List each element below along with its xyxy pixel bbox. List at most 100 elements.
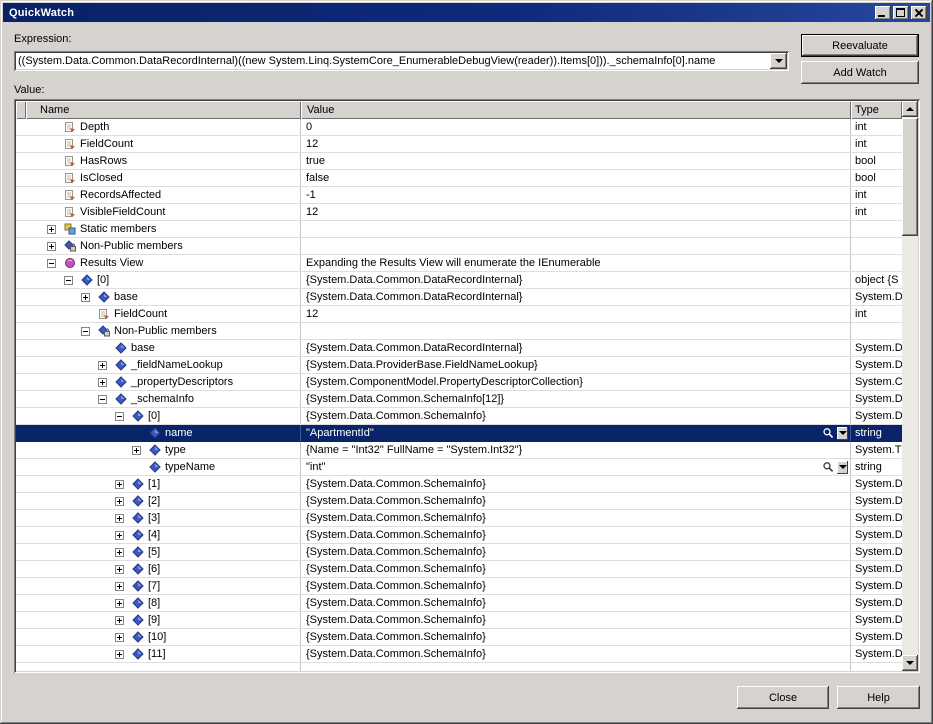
value-cell[interactable]: {System.Data.Common.SchemaInfo} [301,476,851,492]
tree-row[interactable]: [0] {System.Data.Common.DataRecordInterna… [16,272,902,289]
collapse-toggle[interactable] [81,326,90,336]
value-cell[interactable]: {System.Data.Common.SchemaInfo} [301,578,851,594]
expand-toggle[interactable] [81,292,90,302]
value-cell[interactable]: {System.Data.Common.DataRecordInternal} [301,340,851,356]
tree-row[interactable]: name "ApartmentId" string [16,425,902,442]
expand-toggle[interactable] [98,377,107,387]
tree-row[interactable]: VisibleFieldCount 12 int [16,204,902,221]
value-cell[interactable]: {System.Data.Common.SchemaInfo} [301,544,851,560]
value-cell[interactable] [301,238,851,254]
reevaluate-button[interactable]: Reevaluate [801,34,919,57]
value-cell[interactable]: true [301,153,851,169]
value-cell[interactable]: 12 [301,306,851,322]
tree-row[interactable]: [9] {System.Data.Common.SchemaInfo} System… [16,612,902,629]
vertical-scrollbar[interactable] [902,101,918,671]
tree-row[interactable]: [7] {System.Data.Common.SchemaInfo} System… [16,578,902,595]
tree-row[interactable]: _schemaInfo {System.Data.Common.SchemaInf… [16,391,902,408]
tree-row[interactable]: [10] {System.Data.Common.SchemaInfo} Syste… [16,629,902,646]
tree-row[interactable]: type {Name = "Int32" FullName = "System.I… [16,442,902,459]
value-cell[interactable]: {System.Data.Common.SchemaInfo} [301,510,851,526]
value-cell[interactable]: {System.Data.Common.DataRecordInternal} [301,289,851,305]
value-cell[interactable]: Expanding the Results View will enumerat… [301,255,851,271]
tree-row[interactable]: Results View Expanding the Results View w… [16,255,902,272]
expand-toggle[interactable] [98,360,107,370]
collapse-toggle[interactable] [47,258,56,268]
value-cell[interactable]: {System.Data.ProviderBase.FieldNameLooku… [301,357,851,373]
help-button[interactable]: Help [837,686,920,709]
value-cell[interactable]: {System.Data.Common.DataRecordInternal} [301,272,851,288]
tree-row[interactable]: [2] {System.Data.Common.SchemaInfo} System… [16,493,902,510]
value-cell[interactable]: 12 [301,204,851,220]
value-cell[interactable]: {System.ComponentModel.PropertyDescripto… [301,374,851,390]
expand-toggle[interactable] [115,547,124,557]
value-cell[interactable]: false [301,170,851,186]
expand-toggle[interactable] [47,241,56,251]
magnifier-dropdown-button[interactable] [837,460,848,474]
tree-row[interactable]: base {System.Data.Common.DataRecordIntern… [16,289,902,306]
value-cell[interactable]: {System.Data.Common.SchemaInfo} [301,629,851,645]
close-button[interactable] [911,5,927,20]
value-cell[interactable] [301,221,851,237]
value-cell[interactable]: {System.Data.Common.SchemaInfo} [301,493,851,509]
collapse-toggle[interactable] [98,394,107,404]
tree-row[interactable]: Depth 0 int [16,119,902,136]
close-dialog-button[interactable]: Close [737,686,829,709]
tree-row[interactable]: [6] {System.Data.Common.SchemaInfo} System… [16,561,902,578]
expression-text[interactable]: ((System.Data.Common.DataRecordInternal)… [18,55,767,67]
tree-row[interactable]: [0] {System.Data.Common.SchemaInfo} System… [16,408,902,425]
value-cell[interactable]: "int" [301,459,851,475]
tree-row[interactable]: FieldCount 12 int [16,136,902,153]
expand-toggle[interactable] [115,513,124,523]
tree-row[interactable]: [8] {System.Data.Common.SchemaInfo} System… [16,595,902,612]
expression-dropdown-button[interactable] [770,53,787,69]
expand-toggle[interactable] [115,632,124,642]
expand-toggle[interactable] [115,479,124,489]
minimize-button[interactable] [875,5,891,20]
tree-row[interactable]: [11] {System.Data.Common.SchemaInfo} Syste… [16,646,902,663]
expand-toggle[interactable] [115,564,124,574]
maximize-button[interactable] [893,5,909,20]
scroll-up-button[interactable] [902,101,918,117]
value-cell[interactable]: {Name = "Int32" FullName = "System.Int32… [301,442,851,458]
magnifier-icon[interactable] [822,459,848,475]
value-cell[interactable]: {System.Data.Common.SchemaInfo} [301,561,851,577]
value-cell[interactable]: 12 [301,136,851,152]
scroll-down-button[interactable] [902,655,918,671]
tree-row[interactable]: _fieldNameLookup {System.Data.ProviderBas… [16,357,902,374]
expand-toggle[interactable] [115,530,124,540]
tree-row[interactable]: [4] {System.Data.Common.SchemaInfo} System… [16,527,902,544]
expression-combobox[interactable]: ((System.Data.Common.DataRecordInternal)… [14,51,789,71]
tree-row[interactable]: RecordsAffected -1 int [16,187,902,204]
value-cell[interactable]: {System.Data.Common.SchemaInfo} [301,527,851,543]
value-cell[interactable]: "ApartmentId" [301,425,851,441]
magnifier-dropdown-button[interactable] [837,426,848,440]
collapse-toggle[interactable] [115,411,124,421]
expand-toggle[interactable] [115,598,124,608]
magnifier-icon[interactable] [822,425,848,441]
value-cell[interactable]: {System.Data.Common.SchemaInfo} [301,612,851,628]
expand-toggle[interactable] [115,496,124,506]
tree-row[interactable]: [5] {System.Data.Common.SchemaInfo} System… [16,544,902,561]
tree-row[interactable]: [1] {System.Data.Common.SchemaInfo} System… [16,476,902,493]
column-header-value[interactable]: Value [301,101,851,119]
expand-toggle[interactable] [115,581,124,591]
tree-row[interactable]: FieldCount 12 int [16,306,902,323]
expand-toggle[interactable] [132,445,141,455]
titlebar[interactable]: QuickWatch [3,3,930,22]
value-cell[interactable]: 0 [301,119,851,135]
expand-toggle[interactable] [47,224,56,234]
scrollbar-thumb[interactable] [902,118,918,236]
collapse-toggle[interactable] [64,275,73,285]
expand-toggle[interactable] [115,615,124,625]
value-cell[interactable]: {System.Data.Common.SchemaInfo[12]} [301,391,851,407]
tree-row[interactable]: [3] {System.Data.Common.SchemaInfo} System… [16,510,902,527]
add-watch-button[interactable]: Add Watch [801,61,919,84]
value-cell[interactable]: -1 [301,187,851,203]
expand-toggle[interactable] [115,649,124,659]
value-cell[interactable]: {System.Data.Common.SchemaInfo} [301,408,851,424]
tree-row[interactable]: IsClosed false bool [16,170,902,187]
tree-row[interactable]: HasRows true bool [16,153,902,170]
tree-row[interactable]: _propertyDescriptors {System.ComponentMod… [16,374,902,391]
value-cell[interactable] [301,323,851,339]
value-cell[interactable]: {System.Data.Common.SchemaInfo} [301,595,851,611]
